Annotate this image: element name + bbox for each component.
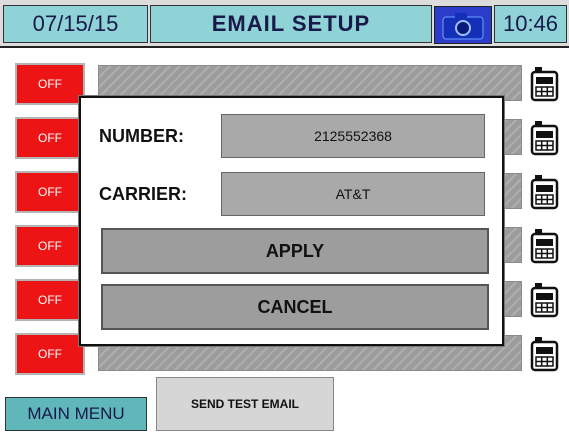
- camera-button[interactable]: [434, 6, 492, 44]
- phone-icon[interactable]: [530, 336, 560, 372]
- number-label: NUMBER:: [99, 126, 184, 146]
- carrier-select[interactable]: AT&T: [221, 172, 485, 216]
- cancel-button[interactable]: CANCEL: [101, 284, 489, 330]
- apply-button[interactable]: APPLY: [101, 228, 489, 274]
- number-entry-dialog: NUMBER: 2125552368 CARRIER: AT&T APPLY C…: [79, 96, 504, 346]
- toggle-off-button-6[interactable]: OFF: [15, 333, 85, 375]
- phone-icon[interactable]: [530, 120, 560, 156]
- phone-icon[interactable]: [530, 66, 560, 102]
- date-display: 07/15/15: [3, 5, 148, 43]
- phone-icon[interactable]: [530, 282, 560, 318]
- time-display: 10:46: [494, 5, 567, 43]
- main-menu-button[interactable]: MAIN MENU: [5, 397, 147, 431]
- page-title: EMAIL SETUP: [150, 5, 432, 43]
- toggle-off-button-1[interactable]: OFF: [15, 63, 85, 105]
- camera-icon: [442, 13, 484, 40]
- carrier-label: CARRIER:: [99, 184, 187, 204]
- toggle-off-button-5[interactable]: OFF: [15, 279, 85, 321]
- send-test-email-button[interactable]: SEND TEST EMAIL: [156, 377, 334, 431]
- number-input[interactable]: 2125552368: [221, 114, 485, 158]
- toggle-off-button-4[interactable]: OFF: [15, 225, 85, 267]
- phone-icon[interactable]: [530, 174, 560, 210]
- phone-icon[interactable]: [530, 228, 560, 264]
- toggle-off-button-3[interactable]: OFF: [15, 171, 85, 213]
- header-bar: 07/15/15 EMAIL SETUP 10:46: [0, 0, 569, 48]
- toggle-off-button-2[interactable]: OFF: [15, 117, 85, 159]
